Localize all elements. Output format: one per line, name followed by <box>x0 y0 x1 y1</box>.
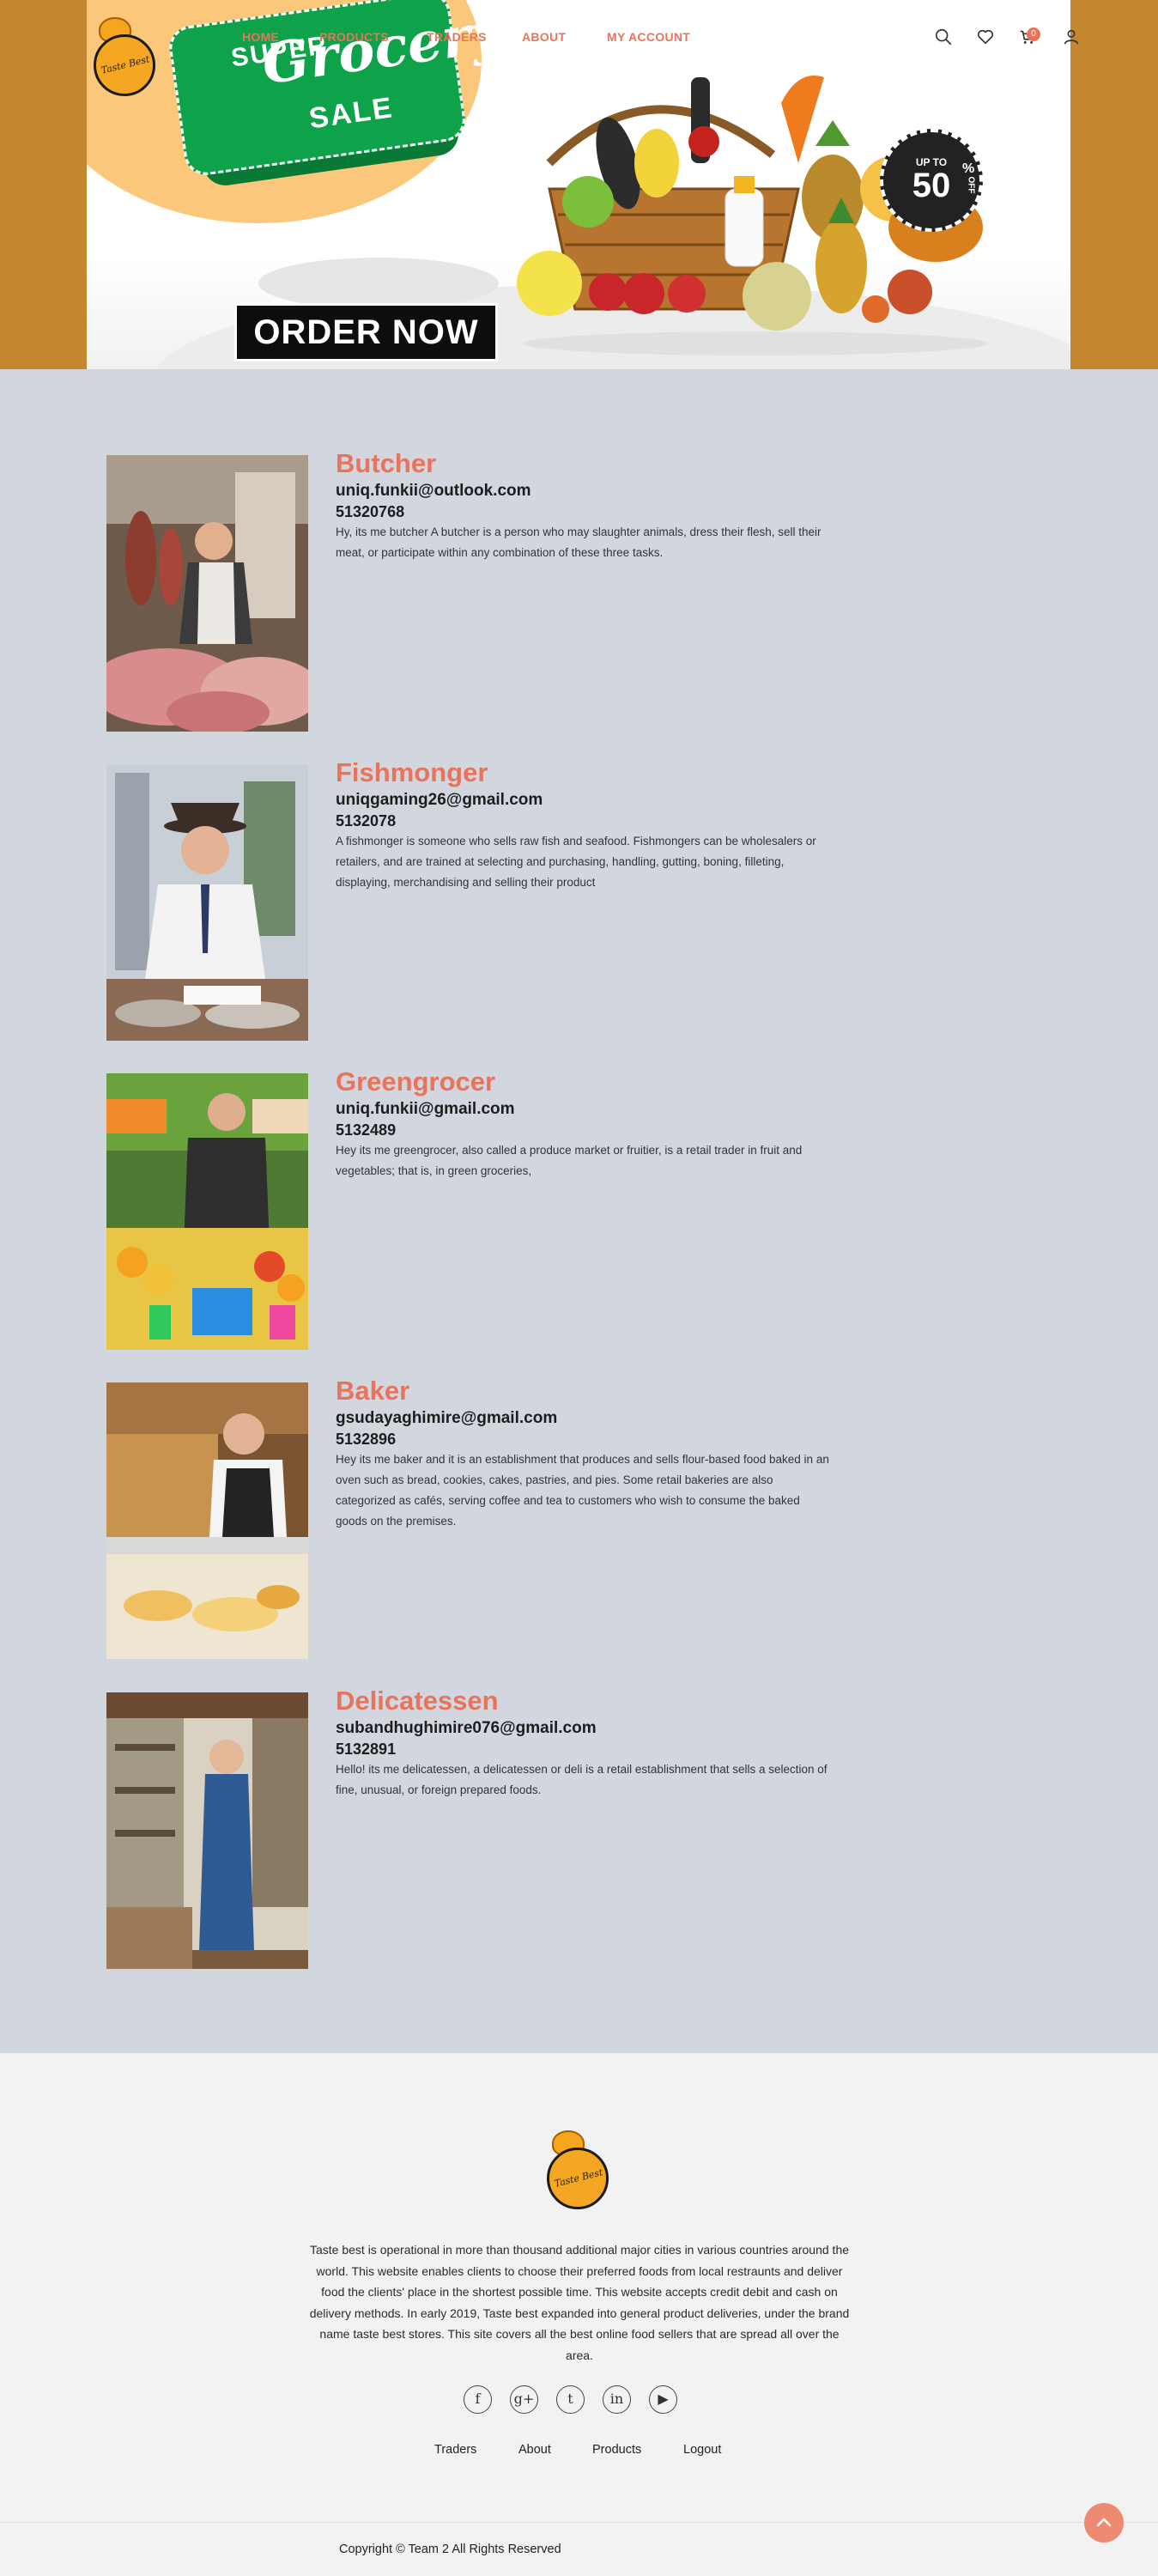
linkedin-icon[interactable]: in <box>603 2385 631 2414</box>
order-now-button[interactable]: ORDER NOW <box>234 303 498 361</box>
baker-photo-illustration <box>106 1382 308 1659</box>
trader-description: Hey its me greengrocer, also called a pr… <box>336 1144 803 1177</box>
chevron-up-icon <box>1096 2518 1112 2527</box>
trader-photo-fishmonger <box>106 764 308 1041</box>
google-plus-glyph: g+ <box>513 2391 535 2407</box>
trader-info: Fishmonger uniqgaming26@gmail.com 513207… <box>336 756 834 893</box>
cart-count-badge: 0 <box>1027 27 1040 41</box>
site-footer: Taste Best Taste best is operational in … <box>0 2053 1158 2576</box>
discount-off: OFF <box>966 176 976 194</box>
delicatessen-photo-illustration <box>106 1692 308 1969</box>
trader-phone: 5132489 <box>336 1121 397 1139</box>
footer-about-text: Taste best is operational in more than t… <box>309 2243 850 2362</box>
trader-title: Butcher <box>336 448 437 478</box>
footer-logo[interactable]: Taste Best <box>547 2130 609 2209</box>
logo-text: Taste Best <box>553 2166 604 2190</box>
trader-photo-greengrocer <box>106 1073 308 1350</box>
google-plus-icon[interactable]: g+ <box>510 2385 538 2414</box>
greengrocer-photo-illustration <box>106 1073 308 1350</box>
trader-info: Butcher uniq.funkii@outlook.com 51320768… <box>336 447 834 563</box>
trader-info: Baker gsudayaghimire@gmail.com 5132896 H… <box>336 1374 834 1532</box>
nav-home[interactable]: HOME <box>242 30 279 44</box>
trader-email[interactable]: uniqgaming26@gmail.com <box>336 790 834 811</box>
trader-card-greengrocer: Greengrocer uniq.funkii@gmail.com 513248… <box>106 1066 828 1350</box>
copyright-text: Copyright © Team 2 All Rights Reserved <box>339 2543 561 2556</box>
trader-email[interactable]: gsudayaghimire@gmail.com <box>336 1408 834 1429</box>
nav-traders[interactable]: TRADERS <box>427 30 487 44</box>
trader-title: Baker <box>336 1376 410 1406</box>
trader-info: Greengrocer uniq.funkii@gmail.com 513248… <box>336 1065 834 1182</box>
back-to-top-button[interactable] <box>1084 2503 1124 2543</box>
trader-description: Hello! its me delicatessen, a delicatess… <box>336 1763 828 1796</box>
trader-email[interactable]: uniq.funkii@gmail.com <box>336 1099 834 1120</box>
footer-divider <box>0 2522 1158 2523</box>
footer-link-about[interactable]: About <box>518 2443 551 2457</box>
trader-description: Hey its me baker and it is an establishm… <box>336 1453 829 1528</box>
facebook-icon[interactable]: f <box>464 2385 492 2414</box>
super-grocery-sale-banner: SUPER Grocery SALE <box>167 0 506 189</box>
tumblr-glyph: t <box>567 2391 573 2407</box>
fishmonger-photo-illustration <box>106 764 308 1041</box>
footer-link-products[interactable]: Products <box>592 2443 641 2457</box>
discount-percent: % <box>962 161 975 176</box>
facebook-glyph: f <box>475 2391 481 2407</box>
hero-shadow-shape <box>258 258 499 309</box>
trader-description: Hy, its me butcher A butcher is a person… <box>336 526 822 559</box>
logo-emblem: Taste Best <box>547 2148 609 2209</box>
trader-title: Fishmonger <box>336 757 488 787</box>
footer-link-logout[interactable]: Logout <box>683 2443 721 2457</box>
trader-email[interactable]: uniq.funkii@outlook.com <box>336 481 834 501</box>
trader-phone: 5132891 <box>336 1741 397 1758</box>
discount-badge: UP TO 50 % OFF <box>880 129 983 232</box>
trader-title: Greengrocer <box>336 1066 496 1097</box>
trader-card-delicatessen: Delicatessen subandhughimire076@gmail.co… <box>106 1686 828 1969</box>
trader-photo-baker <box>106 1382 308 1659</box>
trader-description: A fishmonger is someone who sells raw fi… <box>336 835 816 889</box>
butcher-photo-illustration <box>106 455 308 732</box>
user-icon[interactable] <box>1062 27 1081 46</box>
trader-phone: 5132078 <box>336 812 397 829</box>
search-icon[interactable] <box>934 27 953 46</box>
trader-card-fishmonger: Fishmonger uniqgaming26@gmail.com 513207… <box>106 757 828 1041</box>
nav-about[interactable]: ABOUT <box>522 30 566 44</box>
trader-phone: 5132896 <box>336 1431 397 1448</box>
nav-my-account[interactable]: MY ACCOUNT <box>607 30 690 44</box>
trader-title: Delicatessen <box>336 1686 499 1716</box>
trader-card-baker: Baker gsudayaghimire@gmail.com 5132896 H… <box>106 1376 829 1659</box>
trader-phone: 51320768 <box>336 503 405 520</box>
linkedin-glyph: in <box>609 2391 624 2407</box>
site-logo[interactable]: Taste Best <box>94 17 155 96</box>
trader-info: Delicatessen subandhughimire076@gmail.co… <box>336 1684 834 1801</box>
trader-photo-butcher <box>106 455 308 732</box>
tumblr-icon[interactable]: t <box>556 2385 585 2414</box>
nav-products[interactable]: PRODUCTS <box>319 30 389 44</box>
heart-icon[interactable] <box>976 27 995 46</box>
footer-link-traders[interactable]: Traders <box>434 2443 476 2457</box>
trader-photo-delicatessen <box>106 1692 308 1969</box>
trader-card-butcher: Butcher uniq.funkii@outlook.com 51320768… <box>106 448 828 732</box>
youtube-icon[interactable]: ▶ <box>649 2385 677 2414</box>
logo-text: Taste Best <box>100 53 151 76</box>
trader-email[interactable]: subandhughimire076@gmail.com <box>336 1718 834 1739</box>
social-links: f g+ t in ▶ <box>464 2385 695 2415</box>
youtube-glyph: ▶ <box>658 2391 669 2407</box>
logo-emblem: Taste Best <box>94 34 155 96</box>
